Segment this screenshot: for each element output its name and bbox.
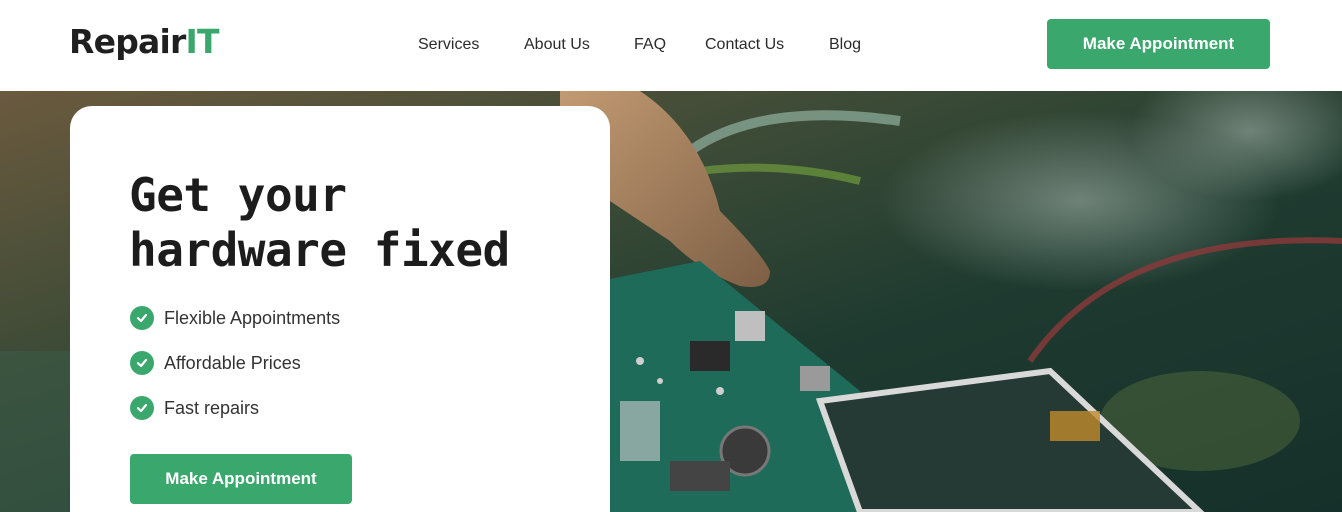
hero-make-appointment-button[interactable]: Make Appointment: [130, 454, 352, 504]
hero-card: Get your hardware fixed Flexible Appoint…: [70, 106, 610, 512]
feature-label: Affordable Prices: [164, 352, 301, 373]
feature-item: Flexible Appointments: [130, 306, 340, 330]
feature-item: Affordable Prices: [130, 351, 340, 375]
check-circle-icon: [130, 351, 154, 375]
nav-link-about-us[interactable]: About Us: [524, 34, 590, 56]
nav-link-contact-us[interactable]: Contact Us: [705, 34, 784, 56]
hero-headline-line1: Get your: [129, 168, 347, 222]
nav-link-services[interactable]: Services: [418, 34, 479, 56]
hero-headline-line2: hardware fixed: [129, 223, 510, 277]
feature-item: Fast repairs: [130, 396, 340, 420]
site-header: RepairIT Services About Us FAQ Contact U…: [0, 0, 1342, 91]
nav-link-blog[interactable]: Blog: [829, 34, 861, 56]
header-make-appointment-button[interactable]: Make Appointment: [1047, 19, 1270, 69]
check-circle-icon: [130, 306, 154, 330]
feature-label: Fast repairs: [164, 397, 260, 418]
feature-label: Flexible Appointments: [164, 307, 341, 328]
nav-link-faq[interactable]: FAQ: [634, 34, 666, 56]
feature-list: Flexible Appointments Affordable Prices …: [130, 306, 340, 441]
hero-headline: Get your hardware fixed: [129, 168, 589, 278]
check-circle-icon: [130, 396, 154, 420]
